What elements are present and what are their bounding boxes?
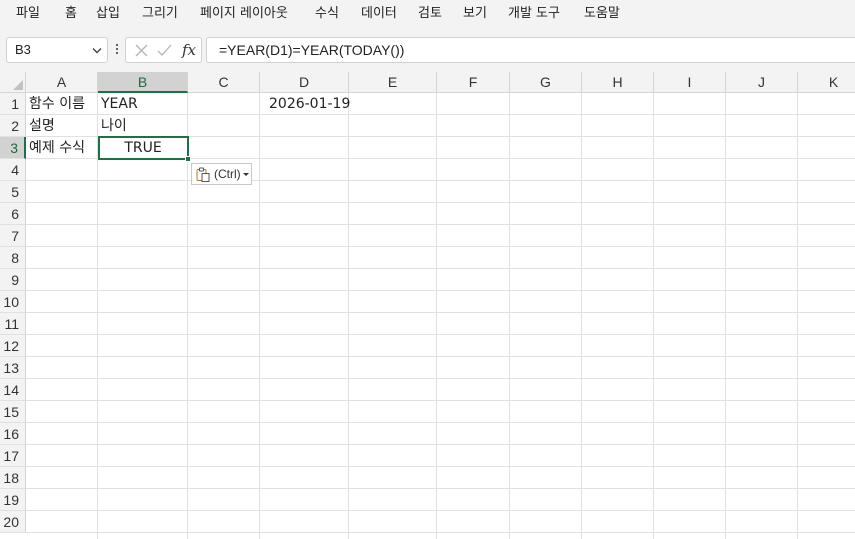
menu-view[interactable]: 보기 xyxy=(463,4,487,24)
row-header[interactable]: 1 xyxy=(0,93,26,115)
cell-b1[interactable]: YEAR xyxy=(98,93,188,115)
row-header[interactable]: 16 xyxy=(0,423,26,445)
gridline xyxy=(26,422,855,423)
gridline xyxy=(259,93,260,539)
gridline xyxy=(26,488,855,489)
cell-d1[interactable]: 2026-01-19 xyxy=(266,93,356,115)
menu-home[interactable]: 홈 xyxy=(65,4,77,24)
row-header[interactable]: 4 xyxy=(0,159,26,181)
cell-a1[interactable]: 함수 이름 xyxy=(26,93,98,115)
row-header[interactable]: 9 xyxy=(0,269,26,291)
gridline xyxy=(26,246,855,247)
gridline xyxy=(581,93,582,539)
selected-cell-border xyxy=(98,136,189,160)
row-header[interactable]: 19 xyxy=(0,489,26,511)
formula-input[interactable]: =YEAR(D1)=YEAR(TODAY()) xyxy=(206,37,855,63)
row-header[interactable]: 6 xyxy=(0,203,26,225)
gridline xyxy=(26,224,855,225)
gridline xyxy=(26,400,855,401)
cancel-icon[interactable] xyxy=(135,44,148,57)
gridline xyxy=(26,290,855,291)
clipboard-icon xyxy=(196,167,210,182)
menu-file[interactable]: 파일 xyxy=(16,4,40,24)
column-header-d[interactable]: D xyxy=(260,72,349,93)
menu-review[interactable]: 검토 xyxy=(418,4,442,24)
gridline xyxy=(509,93,510,539)
cell-a3[interactable]: 예제 수식 xyxy=(26,137,98,159)
menu-developer[interactable]: 개발 도구 xyxy=(508,4,560,24)
column-header-a[interactable]: A xyxy=(26,72,98,93)
gridline xyxy=(26,444,855,445)
column-header-f[interactable]: F xyxy=(437,72,510,93)
gridline xyxy=(653,93,654,539)
more-options-icon[interactable] xyxy=(114,39,120,59)
row-header[interactable]: 13 xyxy=(0,357,26,379)
row-header[interactable]: 10 xyxy=(0,291,26,313)
gridline xyxy=(348,93,349,539)
row-header[interactable]: 20 xyxy=(0,511,26,533)
column-header-i[interactable]: I xyxy=(654,72,726,93)
menu-bar: 파일 홈 삽입 그리기 페이지 레이아웃 수식 데이터 검토 보기 개발 도구 … xyxy=(0,0,855,29)
fill-handle[interactable] xyxy=(185,156,191,162)
enter-check-icon[interactable] xyxy=(157,44,172,57)
formula-bar: B3 fx =YEAR(D1)=YEAR(TODAY()) xyxy=(0,29,855,72)
gridline xyxy=(26,334,855,335)
row-header[interactable]: 7 xyxy=(0,225,26,247)
menu-formulas[interactable]: 수식 xyxy=(315,4,339,24)
select-all-corner[interactable] xyxy=(0,72,26,93)
formula-value: =YEAR(D1)=YEAR(TODAY()) xyxy=(219,42,405,58)
formula-actions: fx xyxy=(125,37,202,63)
gridline xyxy=(797,93,798,539)
menu-draw[interactable]: 그리기 xyxy=(142,4,178,24)
insert-function-icon[interactable]: fx xyxy=(182,41,196,59)
paste-options-label: (Ctrl) xyxy=(214,167,241,181)
column-header-j[interactable]: J xyxy=(726,72,798,93)
row-header[interactable]: 11 xyxy=(0,313,26,335)
gridline xyxy=(436,93,437,539)
menu-insert[interactable]: 삽입 xyxy=(96,4,120,24)
column-header-b[interactable]: B xyxy=(98,72,188,93)
dropdown-arrow-icon xyxy=(243,173,249,176)
row-header[interactable]: 8 xyxy=(0,247,26,269)
gridline xyxy=(26,356,855,357)
gridline xyxy=(26,378,855,379)
row-header[interactable]: 18 xyxy=(0,467,26,489)
menu-page-layout[interactable]: 페이지 레이아웃 xyxy=(200,4,288,24)
row-header[interactable]: 17 xyxy=(0,445,26,467)
menu-help[interactable]: 도움말 xyxy=(584,4,620,24)
gridline xyxy=(26,180,855,181)
cell-a2[interactable]: 설명 xyxy=(26,115,98,137)
chevron-down-icon[interactable] xyxy=(92,47,102,54)
cell-b2[interactable]: 나이 xyxy=(98,115,188,137)
select-all-triangle-icon xyxy=(13,80,23,90)
name-box[interactable]: B3 xyxy=(6,37,108,63)
gridline xyxy=(26,312,855,313)
gridline xyxy=(26,202,855,203)
name-box-value: B3 xyxy=(15,42,31,57)
paste-options-button[interactable]: (Ctrl) xyxy=(191,163,252,185)
menu-data[interactable]: 데이터 xyxy=(361,4,397,24)
gridline xyxy=(26,268,855,269)
worksheet-grid[interactable]: A B C D E F G H I J K 1 2 3 4 5 6 7 8 9 … xyxy=(0,72,855,539)
gridline xyxy=(725,93,726,539)
gridline xyxy=(26,510,855,511)
gridline xyxy=(26,532,855,533)
row-header[interactable]: 15 xyxy=(0,401,26,423)
column-header-h[interactable]: H xyxy=(582,72,654,93)
row-header[interactable]: 5 xyxy=(0,181,26,203)
column-header-e[interactable]: E xyxy=(349,72,437,93)
row-header[interactable]: 12 xyxy=(0,335,26,357)
column-header-c[interactable]: C xyxy=(188,72,260,93)
column-header-g[interactable]: G xyxy=(510,72,582,93)
column-header-k[interactable]: K xyxy=(798,72,855,93)
gridline xyxy=(26,466,855,467)
row-header[interactable]: 2 xyxy=(0,115,26,137)
row-header[interactable]: 14 xyxy=(0,379,26,401)
row-header[interactable]: 3 xyxy=(0,137,26,159)
